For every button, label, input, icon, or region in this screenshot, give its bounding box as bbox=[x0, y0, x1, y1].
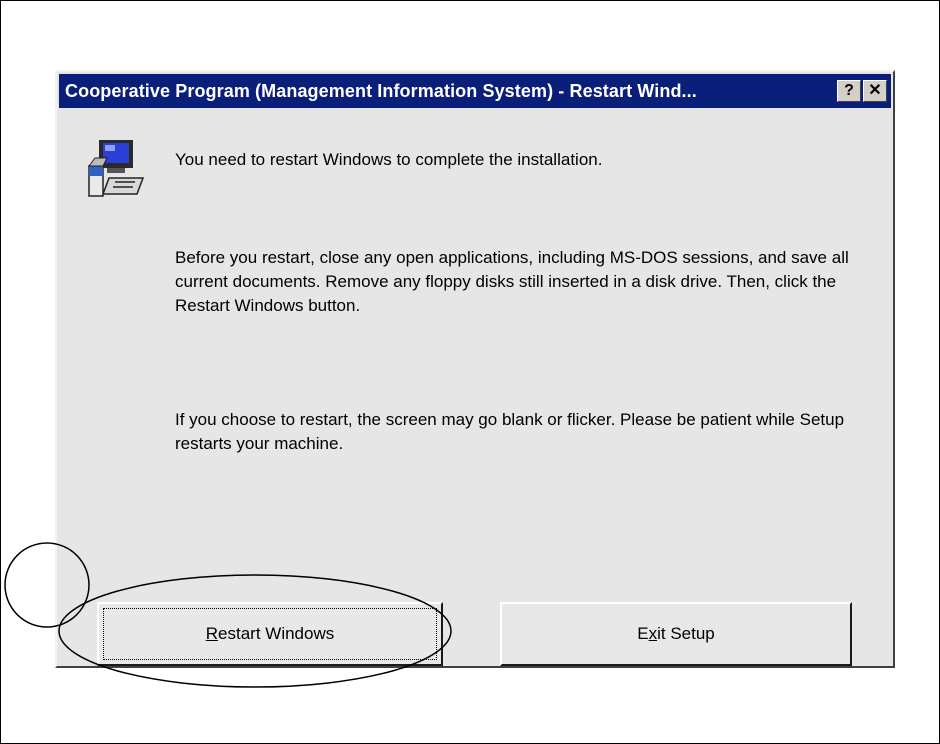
exit-button-label-start: E bbox=[637, 624, 649, 643]
exit-button-accel: x bbox=[648, 624, 658, 643]
restart-required-message: You need to restart Windows to complete … bbox=[175, 150, 603, 169]
help-button[interactable]: ? bbox=[837, 80, 861, 102]
restart-windows-dialog: Cooperative Program (Management Informat… bbox=[55, 70, 895, 668]
title-bar[interactable]: Cooperative Program (Management Informat… bbox=[59, 74, 891, 108]
close-applications-message: Before you restart, close any open appli… bbox=[175, 248, 849, 315]
restart-windows-button[interactable]: Restart Windows bbox=[97, 602, 443, 666]
close-button[interactable]: ✕ bbox=[863, 80, 887, 102]
restart-button-label: estart Windows bbox=[218, 624, 335, 643]
exit-setup-button[interactable]: Ex it Setup bbox=[500, 602, 852, 666]
restart-warning-message: If you choose to restart, the screen may… bbox=[175, 410, 845, 453]
setup-computer-icon bbox=[88, 140, 145, 197]
dialog-title: Cooperative Program (Management Informat… bbox=[65, 81, 697, 101]
restart-button-accel: R bbox=[205, 624, 219, 643]
exit-button-label-end: it Setup bbox=[657, 624, 715, 643]
